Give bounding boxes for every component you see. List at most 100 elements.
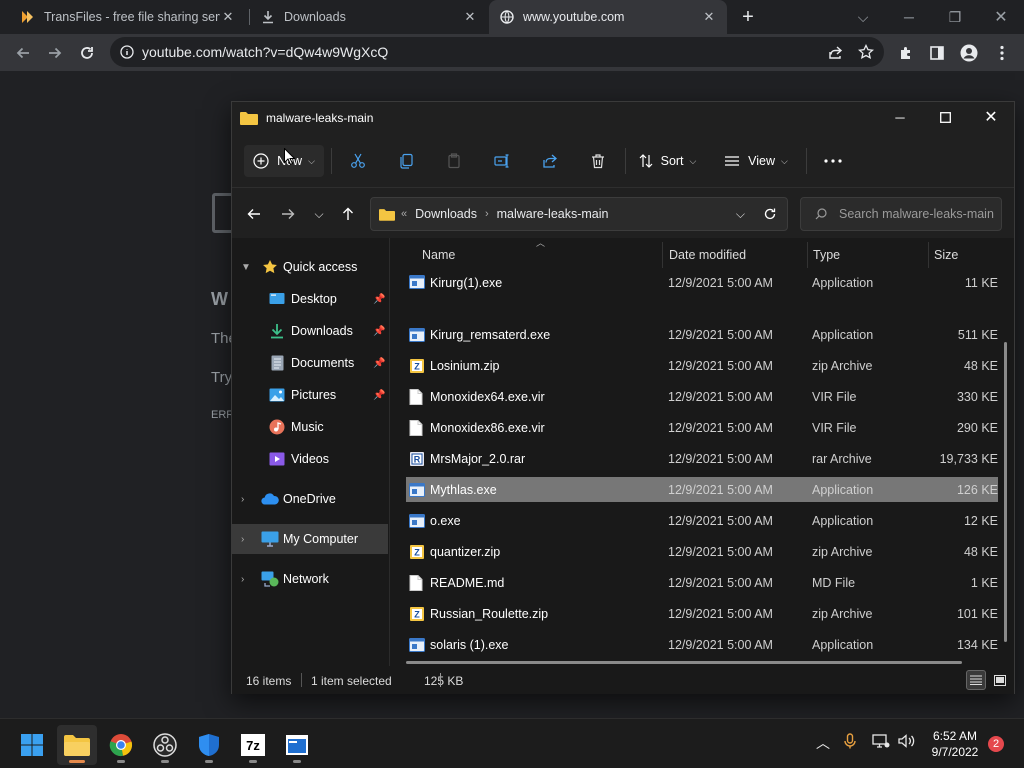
close-tab-icon[interactable]: ✕ — [220, 9, 236, 25]
chrome-menu-button[interactable] — [987, 38, 1017, 68]
tab-transfiles[interactable]: TransFiles - free file sharing servi ✕ — [10, 0, 246, 34]
file-row[interactable]: Monoxidex64.exe.vir 12/9/2021 5:00 AM VIR … — [406, 384, 998, 409]
chevron-right-icon[interactable]: › — [241, 534, 244, 545]
taskbar-chrome[interactable] — [101, 725, 141, 765]
taskbar-file-explorer[interactable] — [57, 725, 97, 765]
bookmark-star-icon[interactable] — [858, 44, 874, 60]
column-divider[interactable] — [928, 242, 929, 268]
file-row[interactable]: solaris (1).exe 12/9/2021 5:00 AM Applicat… — [406, 632, 998, 657]
notification-badge[interactable]: 2 — [988, 736, 1004, 752]
nav-item-downloads[interactable]: Downloads 📌 — [232, 316, 388, 346]
file-row[interactable]: Monoxidex86.exe.vir 12/9/2021 5:00 AM VIR … — [406, 415, 998, 440]
close-window-icon[interactable]: ✕ — [978, 0, 1024, 34]
delete-button[interactable] — [582, 145, 614, 177]
tab-downloads[interactable]: Downloads ✕ — [250, 0, 488, 34]
chevron-down-icon[interactable]: ▼ — [241, 262, 251, 273]
volume-icon[interactable] — [898, 733, 916, 752]
nav-network[interactable]: › Network — [232, 564, 388, 594]
taskbar-obs[interactable] — [145, 725, 185, 765]
breadcrumb-downloads[interactable]: Downloads — [415, 207, 477, 221]
address-bar[interactable]: youtube.com/watch?v=dQw4w9WgXcQ — [110, 37, 884, 67]
system-clock[interactable]: 6:52 AM 9/7/2022 — [922, 728, 988, 760]
overflow-chevron-icon[interactable]: « — [401, 208, 407, 220]
nav-item-documents[interactable]: Documents 📌 — [232, 348, 388, 378]
tab-youtube[interactable]: www.youtube.com ✕ — [489, 0, 727, 34]
profile-button[interactable] — [954, 38, 984, 68]
file-row[interactable]: Mythlas.exe 12/9/2021 5:00 AM Application 1… — [406, 477, 998, 502]
forward-button[interactable] — [40, 38, 70, 68]
column-size[interactable]: Size — [934, 244, 958, 266]
column-date-modified[interactable]: Date modified — [669, 244, 746, 266]
minimize-icon[interactable]: ─ — [886, 0, 932, 34]
details-view-icon[interactable] — [966, 670, 986, 690]
close-icon[interactable]: ✕ — [968, 102, 1014, 132]
back-button[interactable] — [240, 201, 268, 227]
minimize-icon[interactable]: ─ — [877, 102, 923, 132]
pin-icon[interactable]: 📌 — [373, 326, 385, 337]
nav-item-pictures[interactable]: Pictures 📌 — [232, 380, 388, 410]
chevron-right-icon[interactable]: › — [241, 574, 244, 585]
tab-search-chevron-icon[interactable]: ⌵ — [840, 0, 886, 34]
address-bar[interactable]: « Downloads › malware-leaks-main ⌵ — [370, 197, 788, 231]
horizontal-scrollbar[interactable] — [406, 661, 962, 664]
share-button[interactable] — [534, 145, 566, 177]
file-row[interactable]: Zquantizer.zip 12/9/2021 5:00 AM zip Archi… — [406, 539, 998, 564]
file-row[interactable]: Kirurg_remsaterd.exe 12/9/2021 5:00 AM App… — [406, 322, 998, 347]
nav-quick-access[interactable]: ▼ Quick access — [232, 252, 388, 282]
nav-item-videos[interactable]: Videos — [232, 444, 388, 474]
file-row[interactable]: Z Losinium.zip 12/9/2021 5:00 AM zip Archiv… — [406, 353, 998, 378]
nav-my-computer[interactable]: › My Computer — [232, 524, 388, 554]
file-row[interactable]: o.exe 12/9/2021 5:00 AM Application 12 KE — [406, 508, 998, 533]
forward-button[interactable] — [274, 201, 302, 227]
start-button[interactable] — [12, 725, 52, 765]
refresh-icon[interactable] — [763, 207, 777, 221]
pin-icon[interactable]: 📌 — [373, 294, 385, 305]
vertical-scrollbar[interactable] — [1004, 342, 1007, 642]
taskbar-7zip[interactable]: 7z — [233, 725, 273, 765]
column-type[interactable]: Type — [813, 244, 840, 266]
pin-icon[interactable]: 📌 — [373, 390, 385, 401]
cut-button[interactable] — [342, 145, 374, 177]
more-options-button[interactable] — [817, 145, 849, 177]
tiles-view-icon[interactable] — [990, 670, 1010, 690]
close-tab-icon[interactable]: ✕ — [462, 9, 478, 25]
search-box[interactable]: Search malware-leaks-main — [800, 197, 1002, 231]
chevron-right-icon[interactable]: › — [241, 494, 244, 505]
sort-button[interactable]: Sort ⌵ — [634, 145, 700, 177]
up-button[interactable] — [334, 201, 362, 227]
address-history-chevron-icon[interactable]: ⌵ — [736, 207, 745, 222]
breadcrumb-separator-icon[interactable]: › — [485, 208, 489, 220]
restore-icon[interactable]: ❐ — [932, 0, 978, 34]
file-row[interactable]: R MrsMajor_2.0.rar 12/9/2021 5:00 AM rar Ar… — [406, 446, 998, 471]
column-divider[interactable] — [662, 242, 663, 268]
close-tab-icon[interactable]: ✕ — [701, 9, 717, 25]
column-name[interactable]: Name — [422, 244, 455, 266]
back-button[interactable] — [8, 38, 38, 68]
show-hidden-icons-chevron-icon[interactable]: ︿ — [816, 733, 830, 753]
rename-button[interactable] — [486, 145, 518, 177]
site-info-icon[interactable] — [120, 45, 134, 59]
taskbar-defender[interactable] — [189, 725, 229, 765]
file-row[interactable]: Kirurg(1).exe 12/9/2021 5:00 AM Applicatio… — [406, 272, 998, 290]
extensions-button[interactable] — [891, 38, 921, 68]
view-button[interactable]: View ⌵ — [722, 145, 790, 177]
new-tab-button[interactable]: + — [737, 6, 759, 28]
nav-item-music[interactable]: Music — [232, 412, 388, 442]
taskbar-app-window[interactable] — [277, 725, 317, 765]
pin-icon[interactable]: 📌 — [373, 358, 385, 369]
nav-onedrive[interactable]: › OneDrive — [232, 484, 388, 514]
share-icon[interactable] — [828, 44, 844, 60]
explorer-title-bar[interactable]: malware-leaks-main ─ ✕ — [232, 102, 1014, 134]
copy-button[interactable] — [390, 145, 422, 177]
column-divider[interactable] — [807, 242, 808, 268]
breadcrumb-current[interactable]: malware-leaks-main — [497, 207, 609, 221]
recent-locations-chevron-icon[interactable]: ⌵ — [305, 201, 333, 227]
file-row[interactable]: README.md 12/9/2021 5:00 AM MD File 1 KE — [406, 570, 998, 595]
file-row[interactable]: Z Russian_Roulette.zip 12/9/2021 5:00 AM zi… — [406, 601, 998, 626]
nav-item-desktop[interactable]: Desktop 📌 — [232, 284, 388, 314]
microphone-icon[interactable] — [844, 733, 856, 752]
maximize-icon[interactable] — [922, 102, 968, 132]
reload-button[interactable] — [72, 38, 102, 68]
paste-button[interactable] — [438, 145, 470, 177]
network-status-icon[interactable] — [872, 733, 890, 752]
